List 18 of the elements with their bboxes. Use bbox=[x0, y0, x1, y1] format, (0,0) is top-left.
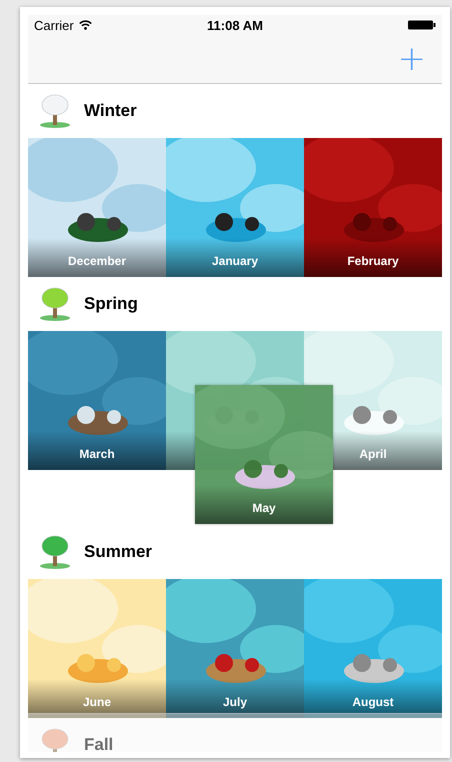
wifi-icon bbox=[78, 20, 92, 30]
month-label: June bbox=[82, 695, 112, 709]
month-label: August bbox=[351, 695, 395, 709]
section-title: Summer bbox=[84, 542, 152, 562]
battery-icon bbox=[408, 20, 436, 30]
section-title: Fall bbox=[84, 735, 114, 752]
carrier-label: Carrier bbox=[34, 18, 74, 32]
section-title: Spring bbox=[84, 294, 138, 314]
status-time: 11:08 AM bbox=[207, 18, 263, 32]
month-label: January bbox=[210, 254, 260, 268]
month-label: December bbox=[66, 254, 128, 268]
month-label: March bbox=[78, 447, 116, 461]
section-title: Winter bbox=[84, 101, 137, 121]
month-label: February bbox=[346, 254, 400, 268]
month-label: April bbox=[358, 447, 388, 461]
add-button[interactable]: + bbox=[396, 42, 428, 76]
month-label: July bbox=[222, 695, 248, 709]
month-label: May bbox=[251, 501, 277, 515]
